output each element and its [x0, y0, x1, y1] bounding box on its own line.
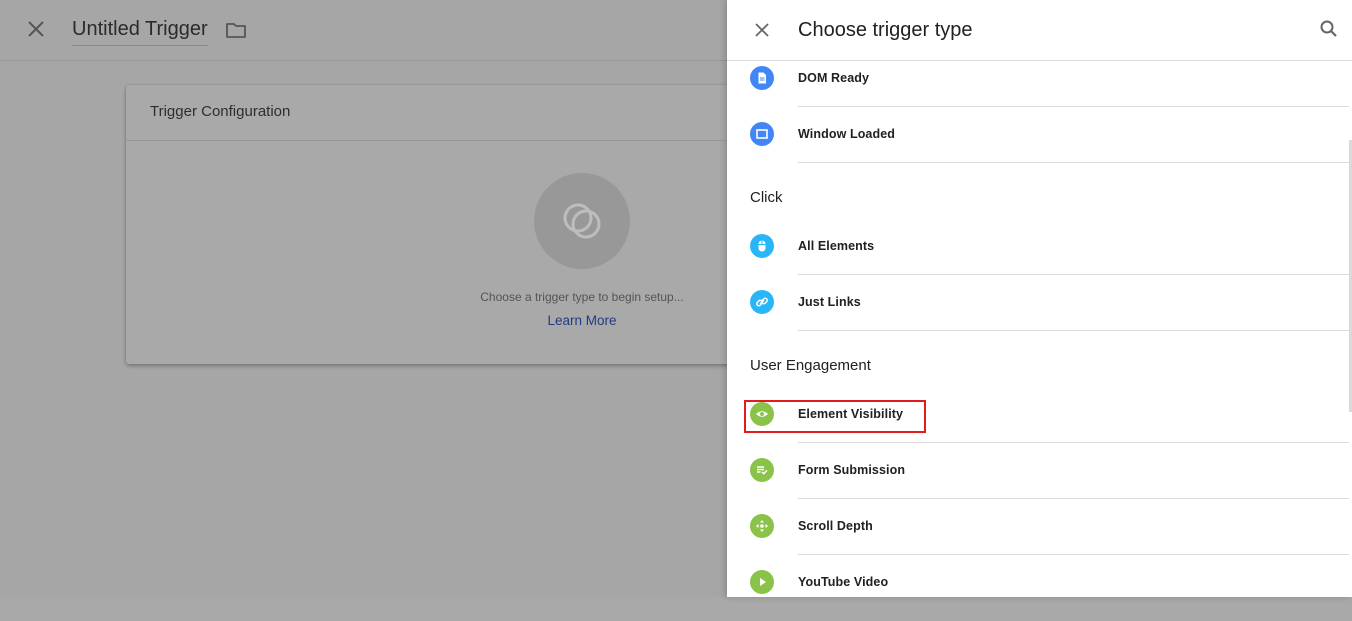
choose-trigger-panel: Choose trigger type DOM Ready Window Loa… — [727, 0, 1352, 597]
divider — [798, 442, 1349, 443]
panel-title: Choose trigger type — [798, 19, 973, 41]
trigger-editor-header: Untitled Trigger — [0, 0, 727, 61]
choose-trigger-hint: Choose a trigger type to begin setup... — [480, 290, 684, 304]
learn-more-link[interactable]: Learn More — [468, 313, 696, 328]
card-divider — [126, 140, 766, 141]
close-panel-icon[interactable] — [750, 18, 774, 42]
trigger-type-scroll-depth[interactable]: Scroll Depth — [727, 509, 1349, 565]
trigger-editor-backdrop: Untitled Trigger Trigger Configuration C… — [0, 0, 766, 597]
window-icon — [750, 122, 774, 146]
section-heading-click: Click — [750, 189, 783, 206]
trigger-type-window-loaded[interactable]: Window Loaded — [727, 117, 1349, 173]
scroll-icon — [750, 514, 774, 538]
highlight-box — [744, 400, 926, 433]
trigger-type-youtube-video[interactable]: YouTube Video — [727, 565, 1349, 621]
panel-header: Choose trigger type — [727, 0, 1352, 61]
link-icon — [750, 290, 774, 314]
search-icon[interactable] — [1317, 17, 1341, 41]
section-heading-user-engagement: User Engagement — [750, 357, 871, 374]
close-icon[interactable] — [24, 17, 48, 41]
item-label: YouTube Video — [798, 575, 889, 589]
trigger-type-form-submission[interactable]: Form Submission — [727, 453, 1349, 509]
item-label: Form Submission — [798, 463, 906, 477]
divider — [798, 162, 1349, 163]
trigger-type-just-links[interactable]: Just Links — [727, 285, 1349, 341]
trigger-type-dom-ready[interactable]: DOM Ready — [727, 61, 1349, 117]
play-icon — [750, 570, 774, 594]
trigger-configuration-card[interactable]: Trigger Configuration Choose a trigger t… — [126, 85, 766, 364]
divider — [798, 330, 1349, 331]
item-label: DOM Ready — [798, 71, 870, 85]
form-icon — [750, 458, 774, 482]
card-title: Trigger Configuration — [150, 103, 291, 120]
mouse-icon — [750, 234, 774, 258]
item-label: All Elements — [798, 239, 875, 253]
divider — [798, 106, 1349, 107]
trigger-name-field[interactable]: Untitled Trigger — [72, 17, 208, 46]
item-label: Scroll Depth — [798, 519, 873, 533]
item-label: Window Loaded — [798, 127, 896, 141]
document-icon — [750, 66, 774, 90]
divider — [798, 274, 1349, 275]
trigger-type-all-elements[interactable]: All Elements — [727, 229, 1349, 285]
trigger-placeholder-icon[interactable] — [534, 173, 630, 269]
folder-icon[interactable] — [224, 18, 248, 42]
divider — [798, 554, 1349, 555]
item-label: Just Links — [798, 295, 861, 309]
divider — [798, 498, 1349, 499]
